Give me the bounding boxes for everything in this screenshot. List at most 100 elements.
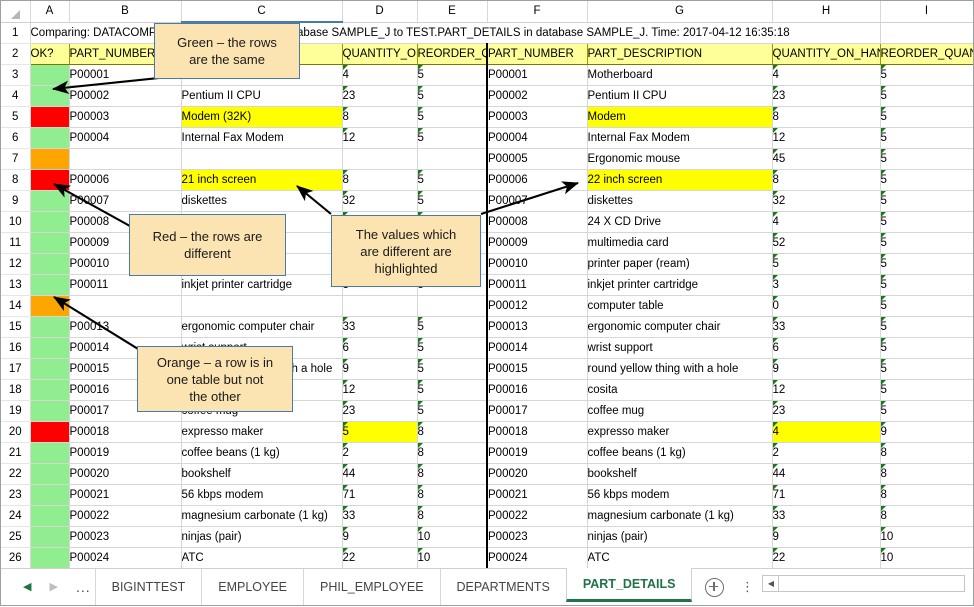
status-cell-same[interactable] [30,211,70,233]
cell-left-description-4[interactable]: Pentium II CPU [181,85,343,107]
spreadsheet-grid[interactable]: A B C D E F G H I 1 Comparing: DATACOMPARE.PART_DE… [1,1,973,569]
cell-left-description-24[interactable]: magnesium carbonate (1 kg) [181,505,343,527]
cell-right-reorder-16[interactable]: 5 [880,337,973,359]
cell-right-reorder-8[interactable]: 5 [880,169,973,191]
row-header-6[interactable]: 6 [1,127,31,149]
cell-right-part-number-24[interactable]: P00022 [486,505,588,527]
horizontal-scrollbar[interactable]: ◀ [762,575,965,592]
column-header-d[interactable]: D [342,1,418,23]
cell-right-quantity-21[interactable]: 2 [772,442,881,464]
cell-left-reorder-8[interactable]: 5 [417,169,488,191]
next-sheet-icon[interactable]: ▶ [49,581,57,593]
row-header-21[interactable]: 21 [1,442,31,464]
cell-left-reorder-20[interactable]: 8 [417,421,488,443]
column-header-b[interactable]: B [69,1,182,23]
cell-right-part-number-20[interactable]: P00018 [486,421,588,443]
row-header-2[interactable]: 2 [1,43,31,65]
cell-left-part-number-6[interactable]: P00004 [69,127,182,149]
add-sheet-button[interactable] [692,569,736,605]
status-cell-same[interactable] [30,463,70,485]
select-all-corner[interactable] [1,1,31,23]
cell-right-quantity-22[interactable]: 44 [772,463,881,485]
cell-left-reorder-9[interactable]: 5 [417,190,488,212]
prev-sheet-icon[interactable]: ◀ [23,581,31,593]
cell-left-reorder-22[interactable]: 8 [417,463,488,485]
cell-left-description-9[interactable]: diskettes [181,190,343,212]
cell-right-quantity-16[interactable]: 6 [772,337,881,359]
cell-left-reorder-6[interactable]: 5 [417,127,488,149]
cell-right-reorder-24[interactable]: 8 [880,505,973,527]
status-cell-same[interactable] [30,358,70,380]
status-cell-same[interactable] [30,64,70,86]
cell-right-quantity-6[interactable]: 12 [772,127,881,149]
cell-right-quantity-14[interactable]: 0 [772,295,881,317]
cell-left-part-number-15[interactable]: P00013 [69,316,182,338]
cell-left-reorder-25[interactable]: 10 [417,526,488,548]
kebab-menu-icon[interactable]: ⋮ [736,569,758,605]
cell-right-description-26[interactable]: ATC [587,547,773,569]
cell-left-quantity-14[interactable] [342,295,418,317]
cell-left-description-13[interactable]: inkjet printer cartridge [181,274,343,296]
cell-left-quantity-19[interactable]: 23 [342,400,418,422]
cell-left-part-number-21[interactable]: P00019 [69,442,182,464]
cell-right-part-number-19[interactable]: P00017 [486,400,588,422]
cell-right-description-10[interactable]: 24 X CD Drive [587,211,773,233]
tab-departments[interactable]: DEPARTMENTS [439,569,566,605]
cell-left-quantity-8[interactable]: 8 [342,169,418,191]
cell-right-reorder-20[interactable]: 9 [880,421,973,443]
status-cell-missing[interactable] [30,295,70,317]
cell-left-reorder-18[interactable]: 5 [417,379,488,401]
row-header-20[interactable]: 20 [1,421,31,443]
row-header-13[interactable]: 13 [1,274,31,296]
cell-left-reorder-3[interactable]: 5 [417,64,488,86]
cell-right-description-15[interactable]: ergonomic computer chair [587,316,773,338]
cell-right-part-number-22[interactable]: P00020 [486,463,588,485]
sheet-tab-bar[interactable]: ◀ ▶ ... BIGINTTEST EMPLOYEE PHIL_EMPLOYEE D… [1,568,973,605]
cell-left-quantity-22[interactable]: 44 [342,463,418,485]
cell-left-quantity-5[interactable]: 8 [342,106,418,128]
cell-left-quantity-9[interactable]: 32 [342,190,418,212]
status-cell-same[interactable] [30,190,70,212]
cell-right-description-3[interactable]: Motherboard [587,64,773,86]
cell-right-quantity-19[interactable]: 23 [772,400,881,422]
cell-right-description-5[interactable]: Modem [587,106,773,128]
cell-left-part-number-24[interactable]: P00022 [69,505,182,527]
cell-right-quantity-12[interactable]: 5 [772,253,881,275]
cell-left-quantity-17[interactable]: 9 [342,358,418,380]
tab-phil-employee[interactable]: PHIL_EMPLOYEE [303,569,440,605]
cell-right-reorder-19[interactable]: 5 [880,400,973,422]
cell-left-reorder-5[interactable]: 5 [417,106,488,128]
cell-right-description-4[interactable]: Pentium II CPU [587,85,773,107]
cell-right-quantity-9[interactable]: 32 [772,190,881,212]
cell-left-part-number-7[interactable] [69,148,182,170]
row-header-5[interactable]: 5 [1,106,31,128]
row-header-11[interactable]: 11 [1,232,31,254]
cell-left-reorder-4[interactable]: 5 [417,85,488,107]
column-header-a[interactable]: A [30,1,70,23]
status-cell-same[interactable] [30,526,70,548]
cell-right-quantity-5[interactable]: 8 [772,106,881,128]
cell-right-quantity-26[interactable]: 22 [772,547,881,569]
row-header-16[interactable]: 16 [1,337,31,359]
cell-right-reorder-12[interactable]: 5 [880,253,973,275]
row-header-1[interactable]: 1 [1,22,31,44]
cell-left-description-8[interactable]: 21 inch screen [181,169,343,191]
cell-left-quantity-3[interactable]: 4 [342,64,418,86]
cell-right-reorder-3[interactable]: 5 [880,64,973,86]
cell-right-part-number-11[interactable]: P00009 [486,232,588,254]
cell-right-part-number-25[interactable]: P00023 [486,526,588,548]
scroll-left-button[interactable]: ◀ [763,576,780,591]
cell-left-reorder-7[interactable] [417,148,488,170]
row-header-24[interactable]: 24 [1,505,31,527]
status-cell-same[interactable] [30,232,70,254]
cell-right-part-number-5[interactable]: P00003 [486,106,588,128]
cell-right-quantity-20[interactable]: 4 [772,421,881,443]
cell-left-description-26[interactable]: ATC [181,547,343,569]
cell-left-part-number-9[interactable]: P00007 [69,190,182,212]
column-header-c[interactable]: C [181,1,343,23]
cell-right-quantity-7[interactable]: 45 [772,148,881,170]
cell-right-part-number-6[interactable]: P00004 [486,127,588,149]
cell-left-reorder-24[interactable]: 8 [417,505,488,527]
status-cell-same[interactable] [30,85,70,107]
cell-right-part-number-8[interactable]: P00006 [486,169,588,191]
